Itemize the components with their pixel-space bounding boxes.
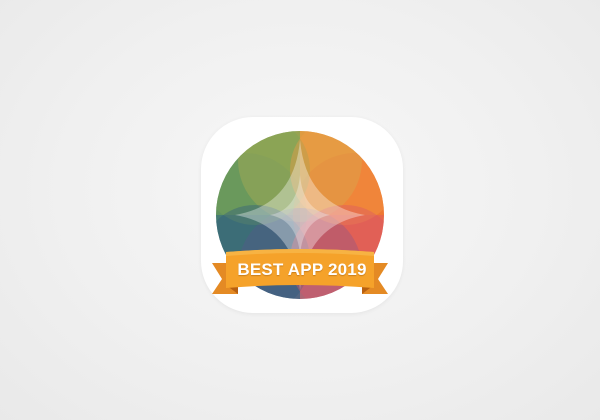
screen: BEST APP 2019	[0, 0, 600, 420]
badge-label: BEST APP 2019	[237, 260, 367, 279]
color-wheel-icon	[212, 131, 388, 299]
